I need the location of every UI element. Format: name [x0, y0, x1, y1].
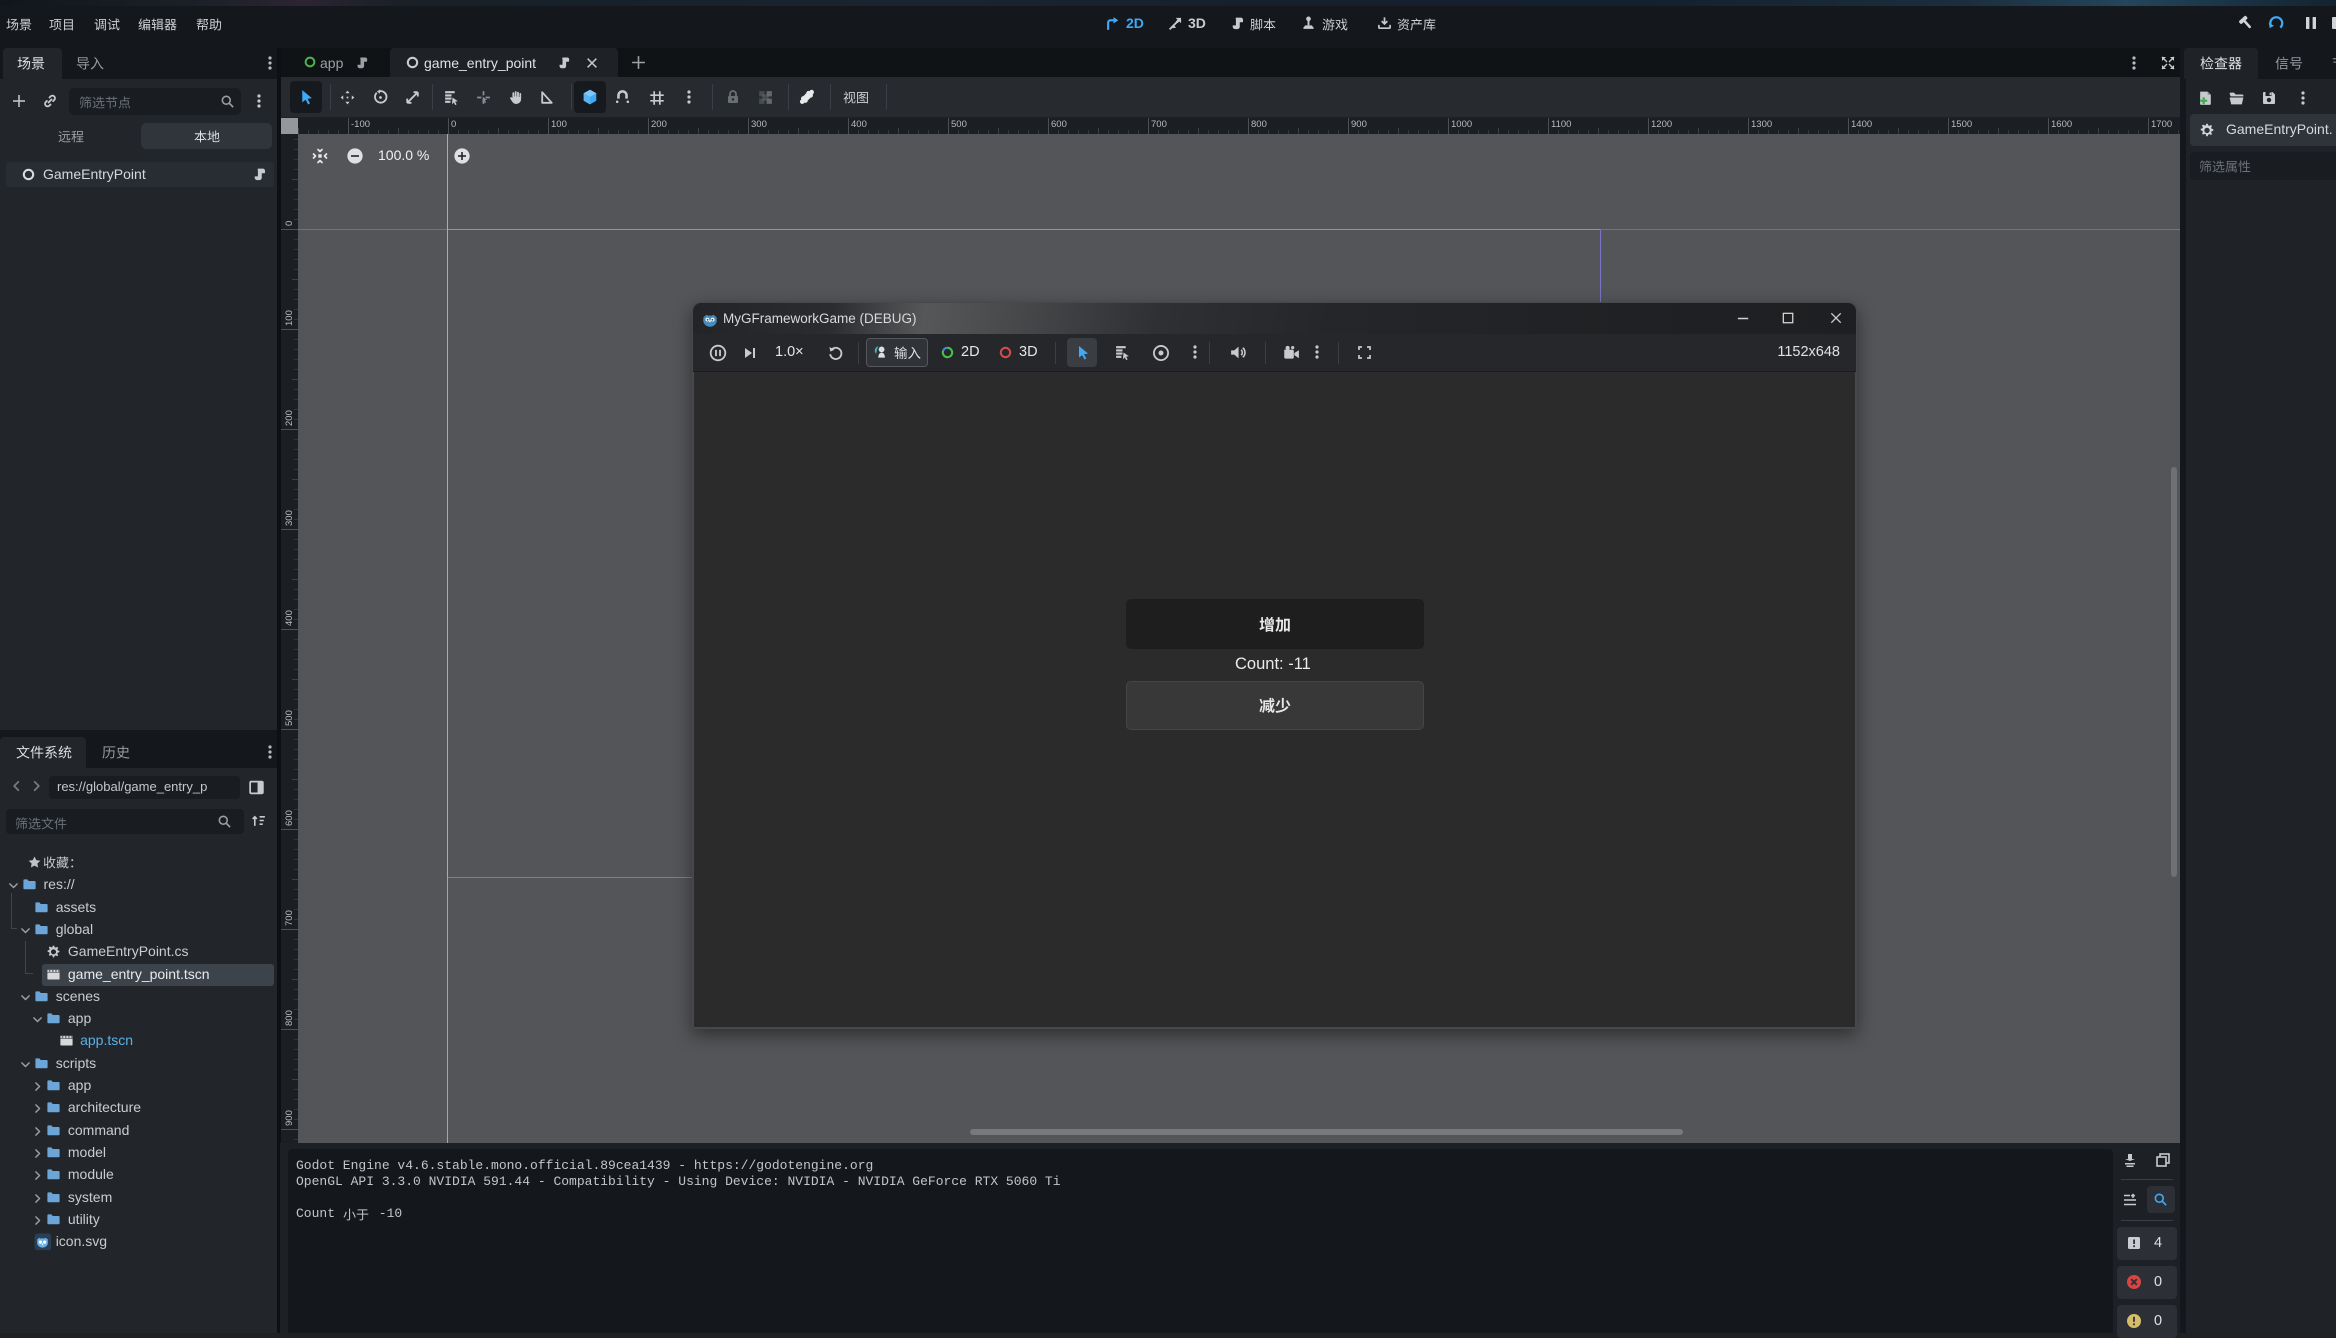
svg-text:300: 300 — [751, 119, 767, 130]
svg-text:1600: 1600 — [2051, 119, 2072, 130]
svg-text:700: 700 — [284, 910, 295, 926]
svg-text:0: 0 — [451, 119, 456, 130]
svg-text:600: 600 — [1051, 119, 1067, 130]
svg-text:1300: 1300 — [1751, 119, 1772, 130]
svg-text:1500: 1500 — [1951, 119, 1972, 130]
svg-text:900: 900 — [284, 1110, 295, 1126]
svg-text:600: 600 — [284, 810, 295, 826]
svg-text:1200: 1200 — [1651, 119, 1672, 130]
svg-text:100: 100 — [284, 310, 295, 326]
svg-text:0: 0 — [284, 221, 295, 226]
svg-text:1100: 1100 — [1551, 119, 1571, 130]
svg-text:400: 400 — [284, 610, 295, 626]
svg-text:-100: -100 — [351, 119, 370, 130]
svg-text:900: 900 — [1351, 119, 1367, 130]
svg-text:300: 300 — [284, 510, 295, 526]
svg-text:1700: 1700 — [2151, 119, 2172, 130]
svg-text:1400: 1400 — [1851, 119, 1872, 130]
svg-text:200: 200 — [284, 410, 295, 426]
svg-text:400: 400 — [851, 119, 867, 130]
svg-text:200: 200 — [651, 119, 667, 130]
svg-text:800: 800 — [1251, 119, 1267, 130]
svg-text:800: 800 — [284, 1010, 295, 1026]
svg-text:100: 100 — [551, 119, 567, 130]
svg-text:1000: 1000 — [1451, 119, 1472, 130]
svg-text:500: 500 — [951, 119, 967, 130]
svg-text:500: 500 — [284, 710, 295, 726]
svg-text:700: 700 — [1151, 119, 1167, 130]
